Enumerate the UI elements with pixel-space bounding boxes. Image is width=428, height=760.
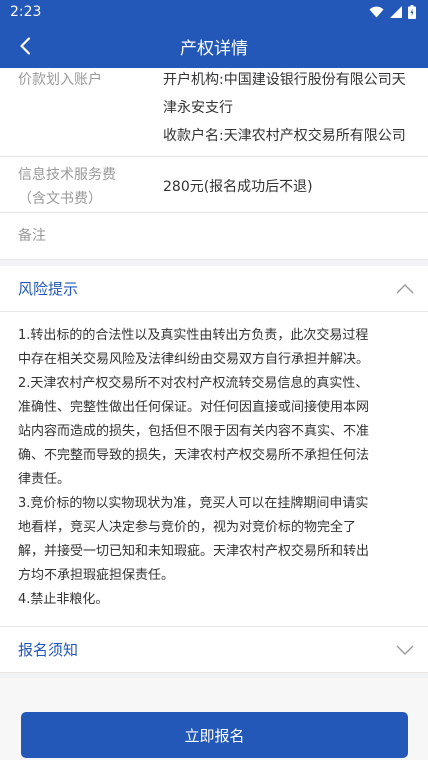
risk-line: 2.天津农村产权交易所不对农村产权流转交易信息的真实性、: [18, 376, 369, 391]
page-title: 产权详情: [180, 38, 248, 59]
bottom-bar: 立即报名: [0, 678, 428, 760]
service-fee-row: 信息技术服务费 （含文书费） 280元(报名成功后不退): [0, 157, 428, 213]
risk-line: 3.竞价标的物以实物现状为准，竞买人可以在挂牌期间申请实: [18, 496, 369, 511]
nav-bar: 产权详情: [0, 24, 428, 68]
account-line: 开户机构:中国建设银行股份有限公司天: [163, 72, 406, 88]
service-fee-value: 280元(报名成功后不退): [163, 178, 313, 195]
risk-section-title: 风险提示: [18, 280, 79, 298]
risk-line: 确、不完整而导致的损失，天津农村产权交易所不承担任何法: [18, 448, 370, 463]
risk-content: 1.转出标的的合法性以及真实性由转出方负责，此次交易过程 中存在相关交易风险及法…: [0, 312, 428, 627]
account-value: 开户机构:中国建设银行股份有限公司天 津永安支行 收款户名:天津农村产权交易所有…: [163, 66, 428, 150]
status-time: 2:23: [10, 4, 42, 20]
risk-line: 解，并接受一切已知和未知瑕疵。天津农村产权交易所和转出: [18, 544, 370, 559]
risk-line: 中存在相关交易风险及法律纠纷由交易双方自行承担并解决。: [18, 352, 370, 367]
risk-line: 1.转出标的的合法性以及真实性由转出方负责，此次交易过程: [18, 328, 369, 343]
notice-section-title: 报名须知: [18, 641, 79, 659]
chevron-down-icon: [396, 645, 414, 655]
service-fee-label-line: 信息技术服务费: [18, 166, 116, 183]
risk-line: 准确性、完整性做出任何保证。对任何因直接或间接使用本网: [18, 400, 370, 415]
apply-now-button[interactable]: 立即报名: [21, 712, 408, 758]
account-line: 津永安支行: [163, 100, 233, 116]
account-row: 价款划入账户 开户机构:中国建设银行股份有限公司天 津永安支行 收款户名:天津农…: [0, 68, 428, 157]
risk-line: 方均不承担瑕疵担保责任。: [18, 568, 175, 583]
account-line: 收款户名:天津农村产权交易所有限公司: [163, 128, 406, 144]
risk-line: 站内容而造成的损失，包括但不限于因有关内容不真实、不准: [18, 424, 370, 439]
status-bar: 2:23: [0, 0, 428, 24]
detail-content: 价款划入账户 开户机构:中国建设银行股份有限公司天 津永安支行 收款户名:天津农…: [0, 68, 428, 673]
battery-icon: [408, 5, 416, 19]
risk-line: 4.禁止非粮化。: [18, 592, 109, 607]
account-label: 价款划入账户: [18, 72, 102, 88]
risk-line: 地看样，竞买人决定参与竞价的，视为对竞价标的物完全了: [18, 520, 357, 535]
risk-line: 律责任。: [18, 472, 71, 487]
remark-row: 备注: [0, 213, 428, 260]
risk-section-toggle[interactable]: 风险提示: [0, 266, 428, 312]
status-icons: [369, 5, 416, 19]
app-header: 2:23 产权详情: [0, 0, 428, 68]
service-fee-label-line: （含文书费）: [18, 190, 102, 207]
signal-icon: [390, 6, 402, 18]
chevron-up-icon: [396, 283, 414, 293]
notice-section-toggle[interactable]: 报名须知: [0, 627, 428, 673]
back-button[interactable]: [10, 30, 40, 62]
service-fee-label: 信息技术服务费 （含文书费）: [18, 163, 163, 211]
wifi-icon: [369, 6, 384, 18]
remark-label: 备注: [18, 228, 46, 244]
chevron-left-icon: [20, 37, 31, 55]
